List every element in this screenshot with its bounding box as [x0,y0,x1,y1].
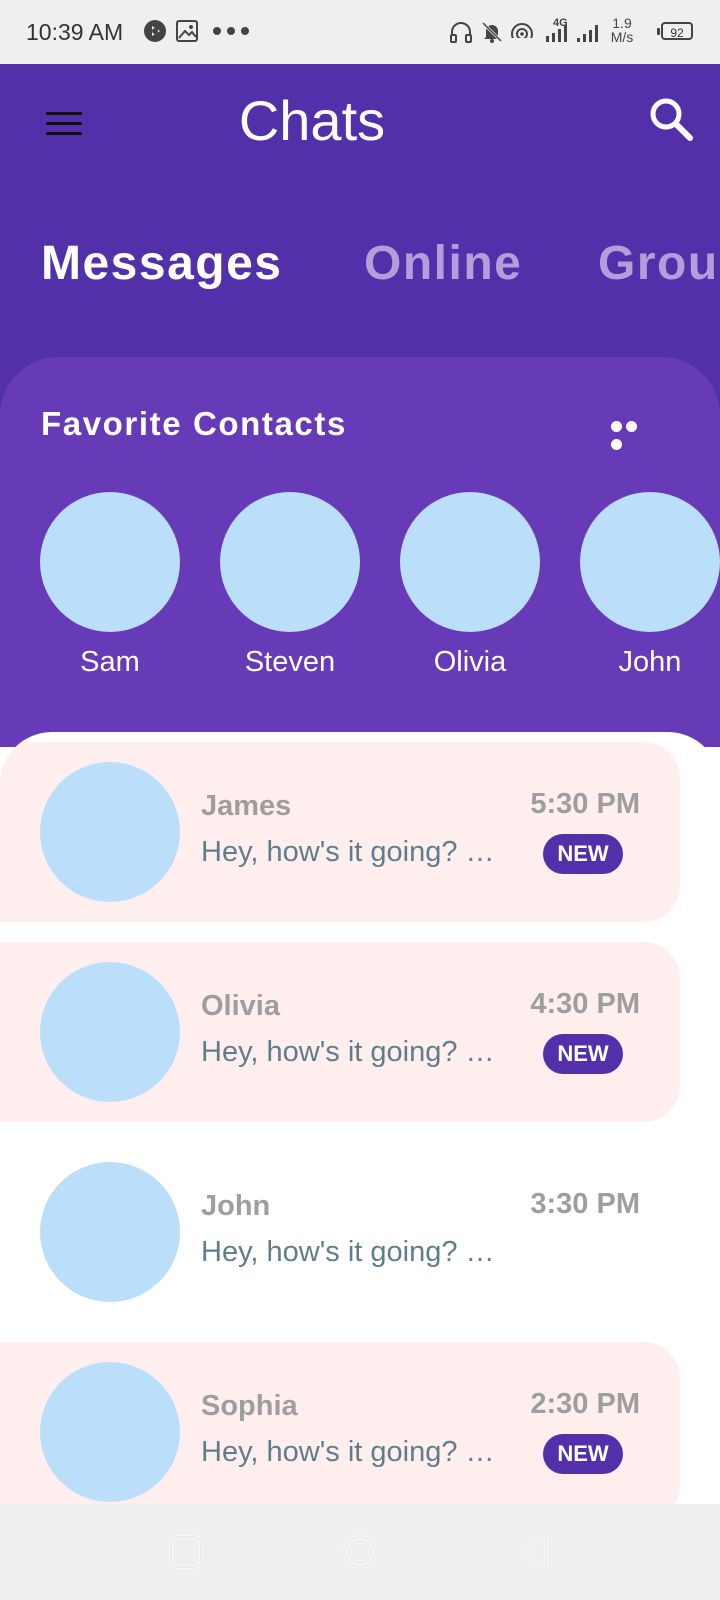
favorite-contacts-panel: Favorite Contacts Sam Steven Olivia John [0,357,720,747]
play-circle-icon [144,20,166,42]
chat-row[interactable]: Sophia Hey, how's it going? What did you… [0,1342,680,1504]
avatar [400,492,540,632]
avatar [580,492,720,632]
bell-off-icon [481,21,503,43]
chat-row[interactable]: John Hey, how's it going? What did you d… [0,1142,680,1322]
triangle-back-icon[interactable] [516,1534,552,1570]
favorites-title: Favorite Contacts [41,405,347,442]
chat-sender-name: Olivia [201,990,280,1022]
chat-row[interactable]: James Hey, how's it going? What did you … [0,742,680,922]
favorite-contact[interactable]: Olivia [400,492,540,679]
tab-groups[interactable]: Groups [598,236,720,291]
signal-icon-2 [577,25,598,42]
chat-time: 5:30 PM [530,788,640,820]
speed-unit: M/s [610,29,634,45]
avatar [40,1162,180,1302]
tab-online[interactable]: Online [364,236,522,291]
tab-messages[interactable]: Messages [41,236,282,291]
chat-time: 3:30 PM [530,1188,640,1220]
more-notifications-icon [213,27,249,35]
signal-icon-1 [546,25,567,42]
chat-message-preview: Hey, how's it going? What did you do tod… [201,1436,501,1468]
chat-sender-name: John [201,1190,271,1222]
favorite-contact-name: Olivia [433,646,507,678]
new-badge: NEW [543,834,623,874]
avatar [40,492,180,632]
hotspot-icon [511,23,533,46]
status-time: 10:39 AM [26,19,124,45]
network-speed: 1.9 M/s [607,16,637,44]
chat-list[interactable]: James Hey, how's it going? What did you … [0,732,720,1504]
more-horizontal-icon[interactable] [611,419,655,450]
avatar [40,1362,180,1502]
circle-home-icon[interactable] [342,1534,378,1570]
favorite-contact[interactable]: John [580,492,720,679]
square-recents-icon[interactable] [168,1534,204,1570]
favorite-contact-name: John [618,646,682,678]
chat-sender-name: Sophia [201,1390,298,1422]
favorite-contact-name: Sam [80,646,140,678]
favorite-contact[interactable]: Steven [220,492,360,679]
new-badge: NEW [543,1434,623,1474]
chat-time: 4:30 PM [530,988,640,1020]
chat-time: 2:30 PM [530,1388,640,1420]
page-title: Chats [238,89,386,152]
chat-row[interactable]: Olivia Hey, how's it going? What did you… [0,942,680,1122]
avatar [220,492,360,632]
favorite-contact-name: Steven [244,646,336,678]
chat-message-preview: Hey, how's it going? What did you do tod… [201,836,501,868]
chat-sender-name: James [201,790,292,822]
favorite-contact[interactable]: Sam [40,492,180,679]
system-nav-bar [0,1504,720,1600]
image-icon [176,20,198,42]
status-bar: 10:39 AM 4G 1.9 M/s 92 [0,0,720,64]
battery-indicator: 92 [657,22,693,40]
speed-value: 1.9 [612,15,632,31]
chat-message-preview: Hey, how's it going? What did you do tod… [201,1236,501,1268]
search-icon[interactable] [648,96,694,142]
tab-groups-clip: Groups [598,230,720,300]
headphones-icon [450,22,472,43]
avatar [40,762,180,902]
chat-message-preview: Hey, how's it going? What did you do tod… [201,1036,501,1068]
new-badge: NEW [543,1034,623,1074]
avatar [40,962,180,1102]
